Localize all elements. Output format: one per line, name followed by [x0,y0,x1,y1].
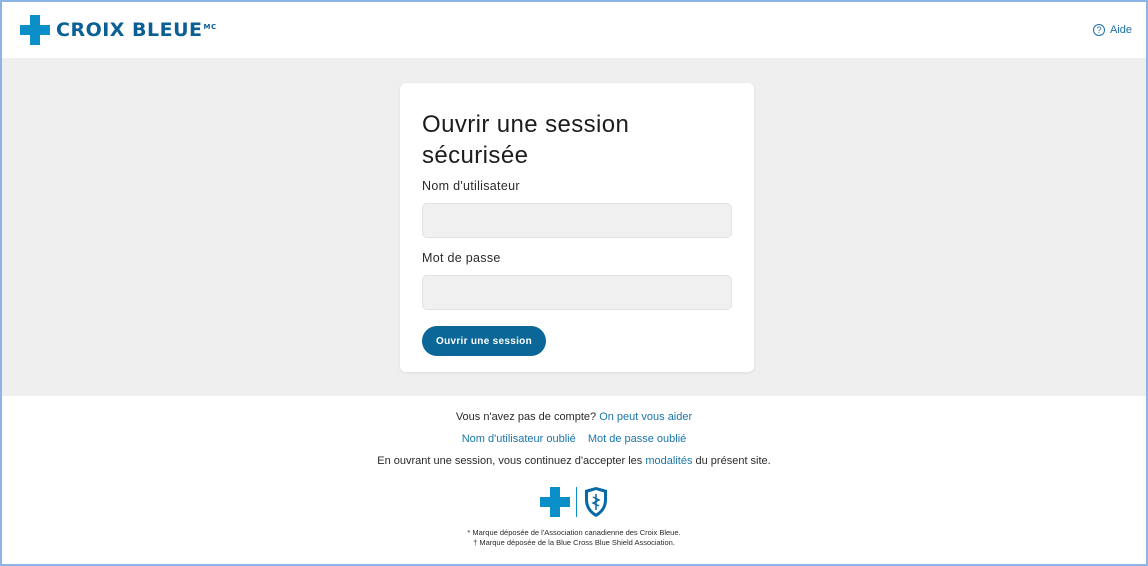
blue-cross-icon [539,487,570,517]
blue-shield-icon [584,487,607,517]
login-button[interactable]: Ouvrir une session [422,326,546,356]
partner-logos [532,484,616,520]
login-card: Ouvrir une session sécurisée Nom d'utili… [400,83,754,372]
trademark-note-2: † Marque déposée de la Blue Cross Blue S… [473,538,675,547]
username-label: Nom d'utilisateur [422,179,520,193]
blue-cross-icon [20,15,50,45]
logo-divider [575,487,577,517]
croix-bleue-logo[interactable]: CROIX BLEUEMC [20,15,217,45]
site-footer: Vous n'avez pas de compte? On peut vous … [2,396,1146,548]
brand-name: CROIX BLEUEMC [56,19,217,41]
terms-link[interactable]: modalités [645,455,692,467]
terms-prefix: En ouvrant une session, vous continuez d… [377,455,643,467]
terms-line: En ouvrant une session, vous continuez d… [2,453,1146,470]
password-label: Mot de passe [422,251,501,265]
question-circle-icon: ? [1092,24,1105,36]
forgot-password-link[interactable]: Mot de passe oublié [588,433,686,445]
password-input[interactable] [422,275,732,310]
help-account-link[interactable]: On peut vous aider [599,411,692,423]
terms-suffix: du présent site. [695,455,771,467]
brand-mark: MC [203,22,217,31]
no-account-text: Vous n'avez pas de compte? [455,411,597,423]
forgot-username-link[interactable]: Nom d'utilisateur oublié [462,433,576,445]
login-band: Ouvrir une session sécurisée Nom d'utili… [2,58,1146,396]
no-account-line: Vous n'avez pas de compte? On peut vous … [2,409,1146,426]
trademark-note-1: * Marque déposée de l'Association canadi… [467,528,681,537]
help-label: Aide [1109,24,1132,36]
help-link[interactable]: ? Aide [1092,24,1132,36]
site-header: CROIX BLEUEMC ? Aide [2,2,1146,58]
login-title: Ouvrir une session sécurisée [422,111,630,169]
username-input[interactable] [422,203,732,238]
forgot-links: Nom d'utilisateur oublié Mot de passe ou… [2,431,1146,448]
